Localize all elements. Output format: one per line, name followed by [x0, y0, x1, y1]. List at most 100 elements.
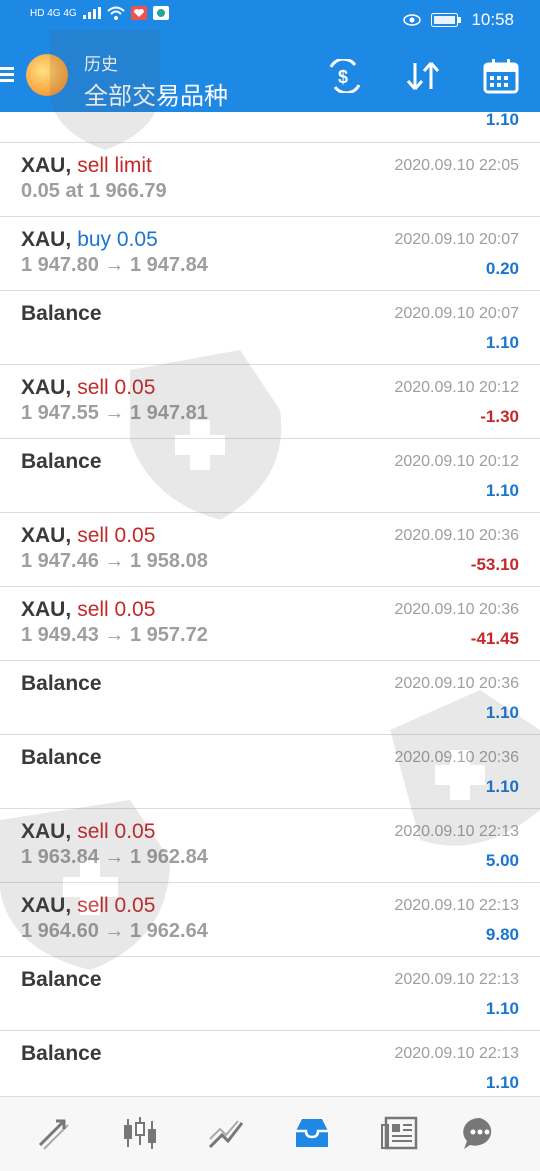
row-title: Balance: [21, 450, 102, 474]
nav-news[interactable]: [378, 1113, 422, 1153]
bottom-navigation: [0, 1096, 540, 1171]
deal-action: sell 0.05: [77, 524, 156, 547]
signal-icon: [82, 7, 101, 19]
svg-text:$: $: [338, 67, 348, 87]
timestamp: 2020.09.10 22:13: [394, 897, 519, 914]
row-title: XAU, sell 0.05: [21, 524, 155, 548]
list-item[interactable]: XAU, sell limit 0.05 at 1 966.79 2020.09.10…: [0, 143, 540, 217]
symbol-label: XAU,: [21, 376, 72, 399]
symbol-label: XAU,: [21, 524, 72, 547]
profit-amount: 1.10: [485, 333, 519, 352]
symbol-label: Balance: [21, 1042, 102, 1065]
list-item[interactable]: XAU, sell 0.05 1 949.43 → 1 957.72 2020.09.…: [0, 587, 540, 661]
nav-chart[interactable]: [118, 1113, 162, 1153]
deal-action: sell 0.05: [77, 894, 156, 917]
quotes-icon: [38, 1119, 69, 1150]
profit-amount: 1.10: [485, 1073, 519, 1092]
deal-action: sell 0.05: [77, 598, 156, 621]
profit-amount: 1.10: [485, 481, 519, 500]
status-bar: HD 4G 4G 10:58: [0, 0, 540, 40]
price-detail: 1 964.60 → 1 962.64: [21, 920, 208, 942]
timestamp: 2020.09.10 20:07: [394, 305, 519, 322]
price-detail: 0.05 at 1 966.79: [21, 180, 167, 202]
profit-amount: -1.30: [480, 407, 519, 426]
price-detail: 1 947.46 → 1 958.08: [21, 550, 208, 572]
list-item[interactable]: Balance 2020.09.10 22:13 1.10: [0, 957, 540, 1031]
deal-action: buy 0.05: [77, 228, 158, 251]
profit-amount: 1.10: [485, 777, 519, 796]
app-icon: [152, 6, 169, 20]
calendar-icon: [483, 59, 519, 94]
list-item[interactable]: Balance 2020.09.10 22:13 1.10: [0, 1031, 540, 1105]
row-title: Balance: [21, 302, 102, 326]
app-bar: HD 4G 4G 10:58 历史 全部交易品种 $: [0, 0, 540, 112]
wifi-icon: [107, 6, 125, 20]
profit-amount: -53.10: [470, 555, 519, 574]
timestamp: 2020.09.10 22:13: [394, 823, 519, 840]
list-item[interactable]: Balance 2020.09.10 20:36 1.10: [0, 735, 540, 809]
timestamp: 2020.09.10 20:36: [394, 675, 519, 692]
symbol-label: Balance: [21, 746, 102, 769]
profit-amount: 5.00: [485, 851, 519, 870]
eye-icon: [403, 14, 422, 26]
list-item[interactable]: XAU, sell 0.05 1 963.84 → 1 962.84 2020.09.…: [0, 809, 540, 883]
timestamp: 2020.09.10 20:12: [394, 453, 519, 470]
nav-quotes[interactable]: [32, 1113, 76, 1153]
menu-icon-bar: [0, 67, 14, 70]
price-detail: 1 947.55 → 1 947.81: [21, 402, 208, 424]
timestamp: 2020.09.10 20:36: [394, 527, 519, 544]
timestamp: 2020.09.10 20:07: [394, 231, 519, 248]
row-title: XAU, sell 0.05: [21, 598, 155, 622]
symbol-label: XAU,: [21, 154, 72, 177]
currency-exchange-button[interactable]: $: [324, 58, 366, 94]
news-icon: [381, 1116, 418, 1150]
list-item[interactable]: XAU, sell 0.05 1 947.55 → 1 947.81 2020.09.…: [0, 365, 540, 439]
list-item[interactable]: Balance 2020.09.10 20:12 1.10: [0, 439, 540, 513]
deal-action: sell limit: [77, 154, 152, 177]
row-title: XAU, sell 0.05: [21, 820, 155, 844]
chart-icon: [124, 1117, 156, 1149]
header-title[interactable]: 全部交易品种: [84, 76, 228, 111]
list-item[interactable]: XAU, sell 0.05 1 964.60 → 1 962.64 2020.09.…: [0, 883, 540, 957]
list-item[interactable]: XAU, sell 0.05 1 947.46 → 1 958.08 2020.09.…: [0, 513, 540, 587]
sort-icon: [406, 62, 440, 90]
row-title: Balance: [21, 968, 102, 992]
history-list[interactable]: 1.10 XAU, sell limit 0.05 at 1 966.79 2020.…: [0, 110, 540, 1105]
menu-button[interactable]: [0, 64, 16, 88]
profit-amount: 1.10: [485, 999, 519, 1018]
price-detail: 1 949.43 → 1 957.72: [21, 624, 208, 646]
calendar-button[interactable]: [480, 58, 522, 94]
row-title: Balance: [21, 672, 102, 696]
status-indicators: HD 4G 4G: [30, 6, 169, 20]
deal-action: sell 0.05: [77, 376, 156, 399]
chat-icon: [463, 1117, 492, 1149]
nav-history[interactable]: [290, 1113, 334, 1153]
profit-amount: 0.20: [485, 259, 519, 278]
history-icon: [296, 1119, 328, 1147]
symbol-label: Balance: [21, 968, 102, 991]
list-item[interactable]: XAU, buy 0.05 1 947.80 → 1 947.84 2020.09.1…: [0, 217, 540, 291]
profit-amount: 9.80: [485, 925, 519, 944]
row-title: XAU, sell 0.05: [21, 894, 155, 918]
sort-button[interactable]: [402, 58, 444, 94]
symbol-label: XAU,: [21, 820, 72, 843]
price-detail: 1 947.80 → 1 947.84: [21, 254, 208, 276]
list-item[interactable]: 1.10: [0, 110, 540, 143]
symbol-label: XAU,: [21, 228, 72, 251]
menu-icon-bar: [0, 79, 14, 82]
history-rows: XAU, sell limit 0.05 at 1 966.79 2020.09.10…: [0, 143, 540, 1105]
nav-chat[interactable]: [458, 1113, 502, 1153]
list-item[interactable]: Balance 2020.09.10 20:36 1.10: [0, 661, 540, 735]
timestamp: 2020.09.10 22:13: [394, 971, 519, 988]
timestamp: 2020.09.10 20:36: [394, 601, 519, 618]
status-time: 10:58: [471, 10, 514, 29]
battery-icon: [431, 13, 462, 27]
status-signal-text: HD 4G 4G: [30, 7, 77, 19]
header-subtitle: 历史: [84, 55, 118, 75]
symbol-label: XAU,: [21, 894, 72, 917]
heart-icon: [130, 6, 147, 20]
nav-trade[interactable]: [204, 1113, 248, 1153]
list-item[interactable]: Balance 2020.09.10 20:07 1.10: [0, 291, 540, 365]
status-right: 10:58: [403, 10, 514, 30]
deal-action: sell 0.05: [77, 820, 156, 843]
